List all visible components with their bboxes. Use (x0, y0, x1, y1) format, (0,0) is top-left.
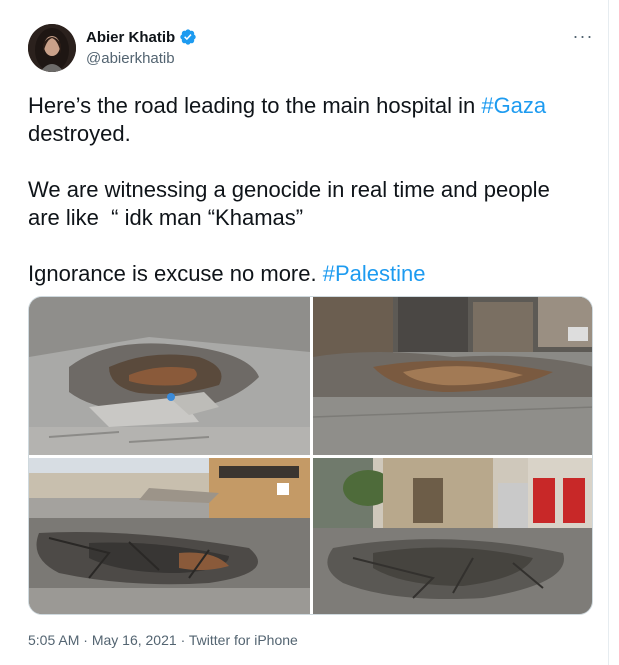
hashtag-palestine[interactable]: #Palestine (323, 261, 426, 286)
hashtag-gaza[interactable]: #Gaza (481, 93, 546, 118)
tweet-line-5: Ignorance is excuse no more. (28, 261, 323, 286)
meta-separator-2: · (180, 632, 186, 648)
photo-1[interactable] (29, 297, 310, 455)
avatar[interactable] (28, 24, 76, 72)
meta-separator: · (83, 632, 88, 648)
verified-badge-icon (180, 29, 196, 45)
tweet-time[interactable]: 5:05 AM (28, 632, 79, 648)
tweet-text: Here’s the road leading to the main hosp… (28, 92, 588, 288)
tweet-line-2: destroyed. (28, 121, 131, 146)
author-name-row[interactable]: Abier Khatib (86, 28, 197, 46)
photo-3[interactable] (29, 458, 310, 614)
photo-4[interactable] (313, 458, 592, 614)
tweet-line-1: Here’s the road leading to the main hosp… (28, 93, 482, 118)
tweet-line-3: We are witnessing a genocide in real tim… (28, 177, 550, 202)
tweet-meta: 5:05 AM · May 16, 2021 · Twitter for iPh… (28, 632, 298, 648)
more-horizontal-icon[interactable]: ··· (571, 26, 595, 46)
tweet-line-4: are like “ idk man “Khamas” (28, 205, 304, 230)
tweet-card: Abier Khatib @abierkhatib ··· Here’s the… (0, 0, 609, 665)
tweet-source[interactable]: Twitter for iPhone (189, 632, 298, 648)
author-handle[interactable]: @abierkhatib (86, 50, 175, 67)
tweet-date[interactable]: May 16, 2021 (92, 632, 177, 648)
media-grid (28, 296, 593, 615)
photo-2[interactable] (313, 297, 592, 455)
author-name[interactable]: Abier Khatib (86, 29, 175, 46)
